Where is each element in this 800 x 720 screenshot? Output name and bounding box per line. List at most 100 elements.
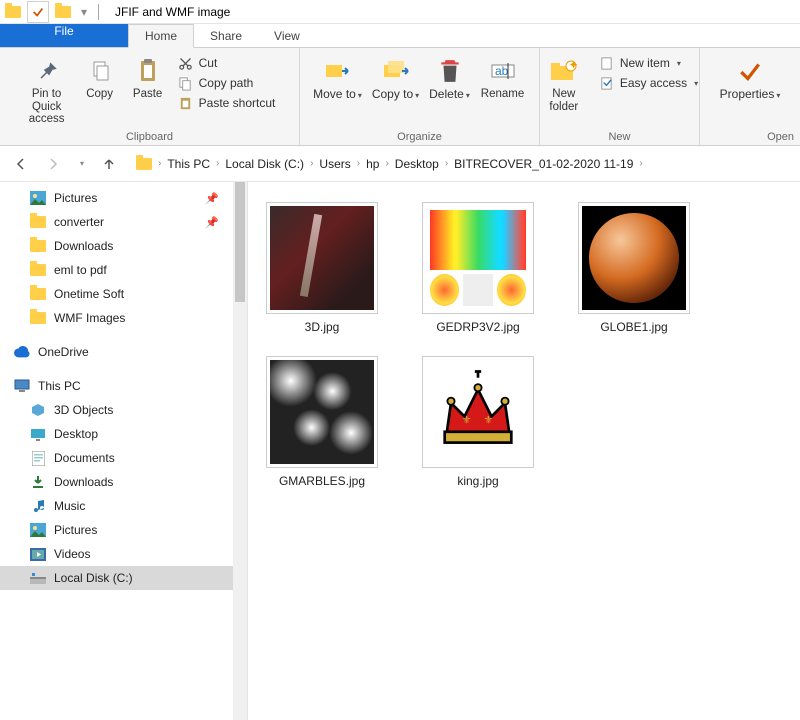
nav-thispc[interactable]: This PC [0, 374, 247, 398]
folder-icon [30, 214, 46, 230]
delete-button[interactable]: Delete▾ [427, 52, 473, 131]
pictures-icon [30, 190, 46, 206]
copy-to-icon [381, 56, 411, 86]
pin-to-quick-access-button[interactable]: Pin to Quick access [20, 52, 74, 131]
nav-scrollbar[interactable]: ▴ [233, 182, 247, 720]
folder-icon [30, 262, 46, 278]
qat-file-icon[interactable] [2, 1, 24, 23]
forward-button[interactable] [42, 153, 64, 175]
content-body: Pictures📌 converter📌 Downloads eml to pd… [0, 182, 800, 720]
thumbnail [266, 356, 378, 468]
crumb-hp[interactable]: hp [366, 157, 379, 171]
nav-converter[interactable]: converter📌 [0, 210, 247, 234]
svg-text:⚜: ⚜ [462, 415, 472, 427]
tab-view[interactable]: View [258, 24, 316, 47]
up-button[interactable] [98, 153, 120, 175]
chevron-right-icon[interactable]: › [357, 158, 360, 169]
group-organize: Move to▾ Copy to▾ Delete▾ ab Rename Orga… [300, 48, 540, 145]
nav-desktop[interactable]: Desktop [0, 422, 247, 446]
folder-icon [30, 286, 46, 302]
nav-videos[interactable]: Videos [0, 542, 247, 566]
file-item[interactable]: GEDRP3V2.jpg [414, 202, 542, 334]
new-folder-icon: ✦ [549, 56, 579, 86]
onedrive-icon [14, 344, 30, 360]
thumbnail [578, 202, 690, 314]
chevron-right-icon[interactable]: › [639, 158, 642, 169]
breadcrumb-folder-icon [136, 156, 152, 172]
paste-button[interactable]: Paste [126, 52, 170, 131]
chevron-right-icon[interactable]: › [310, 158, 313, 169]
rename-button[interactable]: ab Rename [477, 52, 529, 131]
pin-icon [32, 56, 62, 86]
breadcrumb[interactable]: › This PC › Local Disk (C:) › Users › hp… [130, 152, 790, 176]
tab-file[interactable]: File [0, 24, 128, 47]
nav-local-c[interactable]: Local Disk (C:) [0, 566, 247, 590]
nav-downloads-pc[interactable]: Downloads [0, 470, 247, 494]
nav-pictures-pc[interactable]: Pictures [0, 518, 247, 542]
nav-onetime[interactable]: Onetime Soft [0, 282, 247, 306]
qat-prop-icon[interactable] [27, 1, 49, 23]
downloads-icon [30, 474, 46, 490]
new-item-icon [599, 55, 615, 71]
chevron-right-icon[interactable]: › [216, 158, 219, 169]
crumb-desktop[interactable]: Desktop [395, 157, 439, 171]
nav-emltopdf[interactable]: eml to pdf [0, 258, 247, 282]
nav-3d-objects[interactable]: 3D Objects [0, 398, 247, 422]
group-label-open: Open [706, 131, 794, 143]
videos-icon [30, 546, 46, 562]
desktop-icon [30, 426, 46, 442]
rename-icon: ab [488, 56, 518, 86]
delete-icon [435, 56, 465, 86]
crumb-bitrecover[interactable]: BITRECOVER_01-02-2020 11-19 [454, 157, 633, 171]
tab-home[interactable]: Home [128, 24, 194, 48]
drive-icon [30, 570, 46, 586]
scissors-icon [178, 55, 194, 71]
new-item-button[interactable]: New item▾ [595, 54, 702, 72]
nav-downloads[interactable]: Downloads [0, 234, 247, 258]
nav-pictures[interactable]: Pictures📌 [0, 186, 247, 210]
copy-to-button[interactable]: Copy to▾ [369, 52, 423, 131]
file-name: 3D.jpg [305, 320, 340, 334]
crumb-localc[interactable]: Local Disk (C:) [225, 157, 304, 171]
file-list[interactable]: 3D.jpg GEDRP3V2.jpg GLOBE1.jpg GMARBLES.… [248, 182, 800, 720]
svg-text:⚜: ⚜ [483, 415, 493, 427]
tab-share[interactable]: Share [194, 24, 258, 47]
copy-button[interactable]: Copy [78, 52, 122, 131]
ribbon-tabs: File Home Share View [0, 24, 800, 48]
easy-access-button[interactable]: Easy access▾ [595, 74, 702, 92]
nav-documents[interactable]: Documents [0, 446, 247, 470]
crumb-thispc[interactable]: This PC [167, 157, 210, 171]
cut-button[interactable]: Cut [174, 54, 280, 72]
qat-folder-icon[interactable] [52, 1, 74, 23]
thispc-icon [14, 378, 30, 394]
copy-path-button[interactable]: Copy path [174, 74, 280, 92]
paste-shortcut-button[interactable]: Paste shortcut [174, 94, 280, 112]
move-to-button[interactable]: Move to▾ [311, 52, 365, 131]
nav-onedrive[interactable]: OneDrive [0, 340, 247, 364]
pin-icon: 📌 [205, 216, 219, 229]
file-item[interactable]: GLOBE1.jpg [570, 202, 698, 334]
scrollbar-thumb[interactable] [235, 182, 245, 302]
svg-text:ab: ab [495, 64, 509, 78]
nav-wmf[interactable]: WMF Images [0, 306, 247, 330]
crumb-users[interactable]: Users [319, 157, 350, 171]
nav-music[interactable]: Music [0, 494, 247, 518]
new-folder-button[interactable]: ✦ New folder [537, 52, 591, 131]
back-button[interactable] [10, 153, 32, 175]
properties-button[interactable]: Properties▾ [719, 52, 781, 131]
address-bar: ▾ › This PC › Local Disk (C:) › Users › … [0, 146, 800, 182]
file-item[interactable]: 3D.jpg [258, 202, 386, 334]
file-name: GEDRP3V2.jpg [436, 320, 519, 334]
chevron-right-icon[interactable]: › [158, 158, 161, 169]
thumbnail [422, 202, 534, 314]
file-name: GLOBE1.jpg [600, 320, 667, 334]
recent-dropdown[interactable]: ▾ [74, 153, 88, 175]
file-item[interactable]: GMARBLES.jpg [258, 356, 386, 488]
chevron-right-icon[interactable]: › [445, 158, 448, 169]
qat-dropdown[interactable]: ▾ [77, 1, 91, 23]
chevron-right-icon[interactable]: › [385, 158, 388, 169]
file-item[interactable]: ⚜ ⚜ king.jpg [414, 356, 542, 488]
group-open: Properties▾ Open [700, 48, 800, 145]
copy-icon [85, 56, 115, 86]
navigation-pane[interactable]: Pictures📌 converter📌 Downloads eml to pd… [0, 182, 248, 720]
